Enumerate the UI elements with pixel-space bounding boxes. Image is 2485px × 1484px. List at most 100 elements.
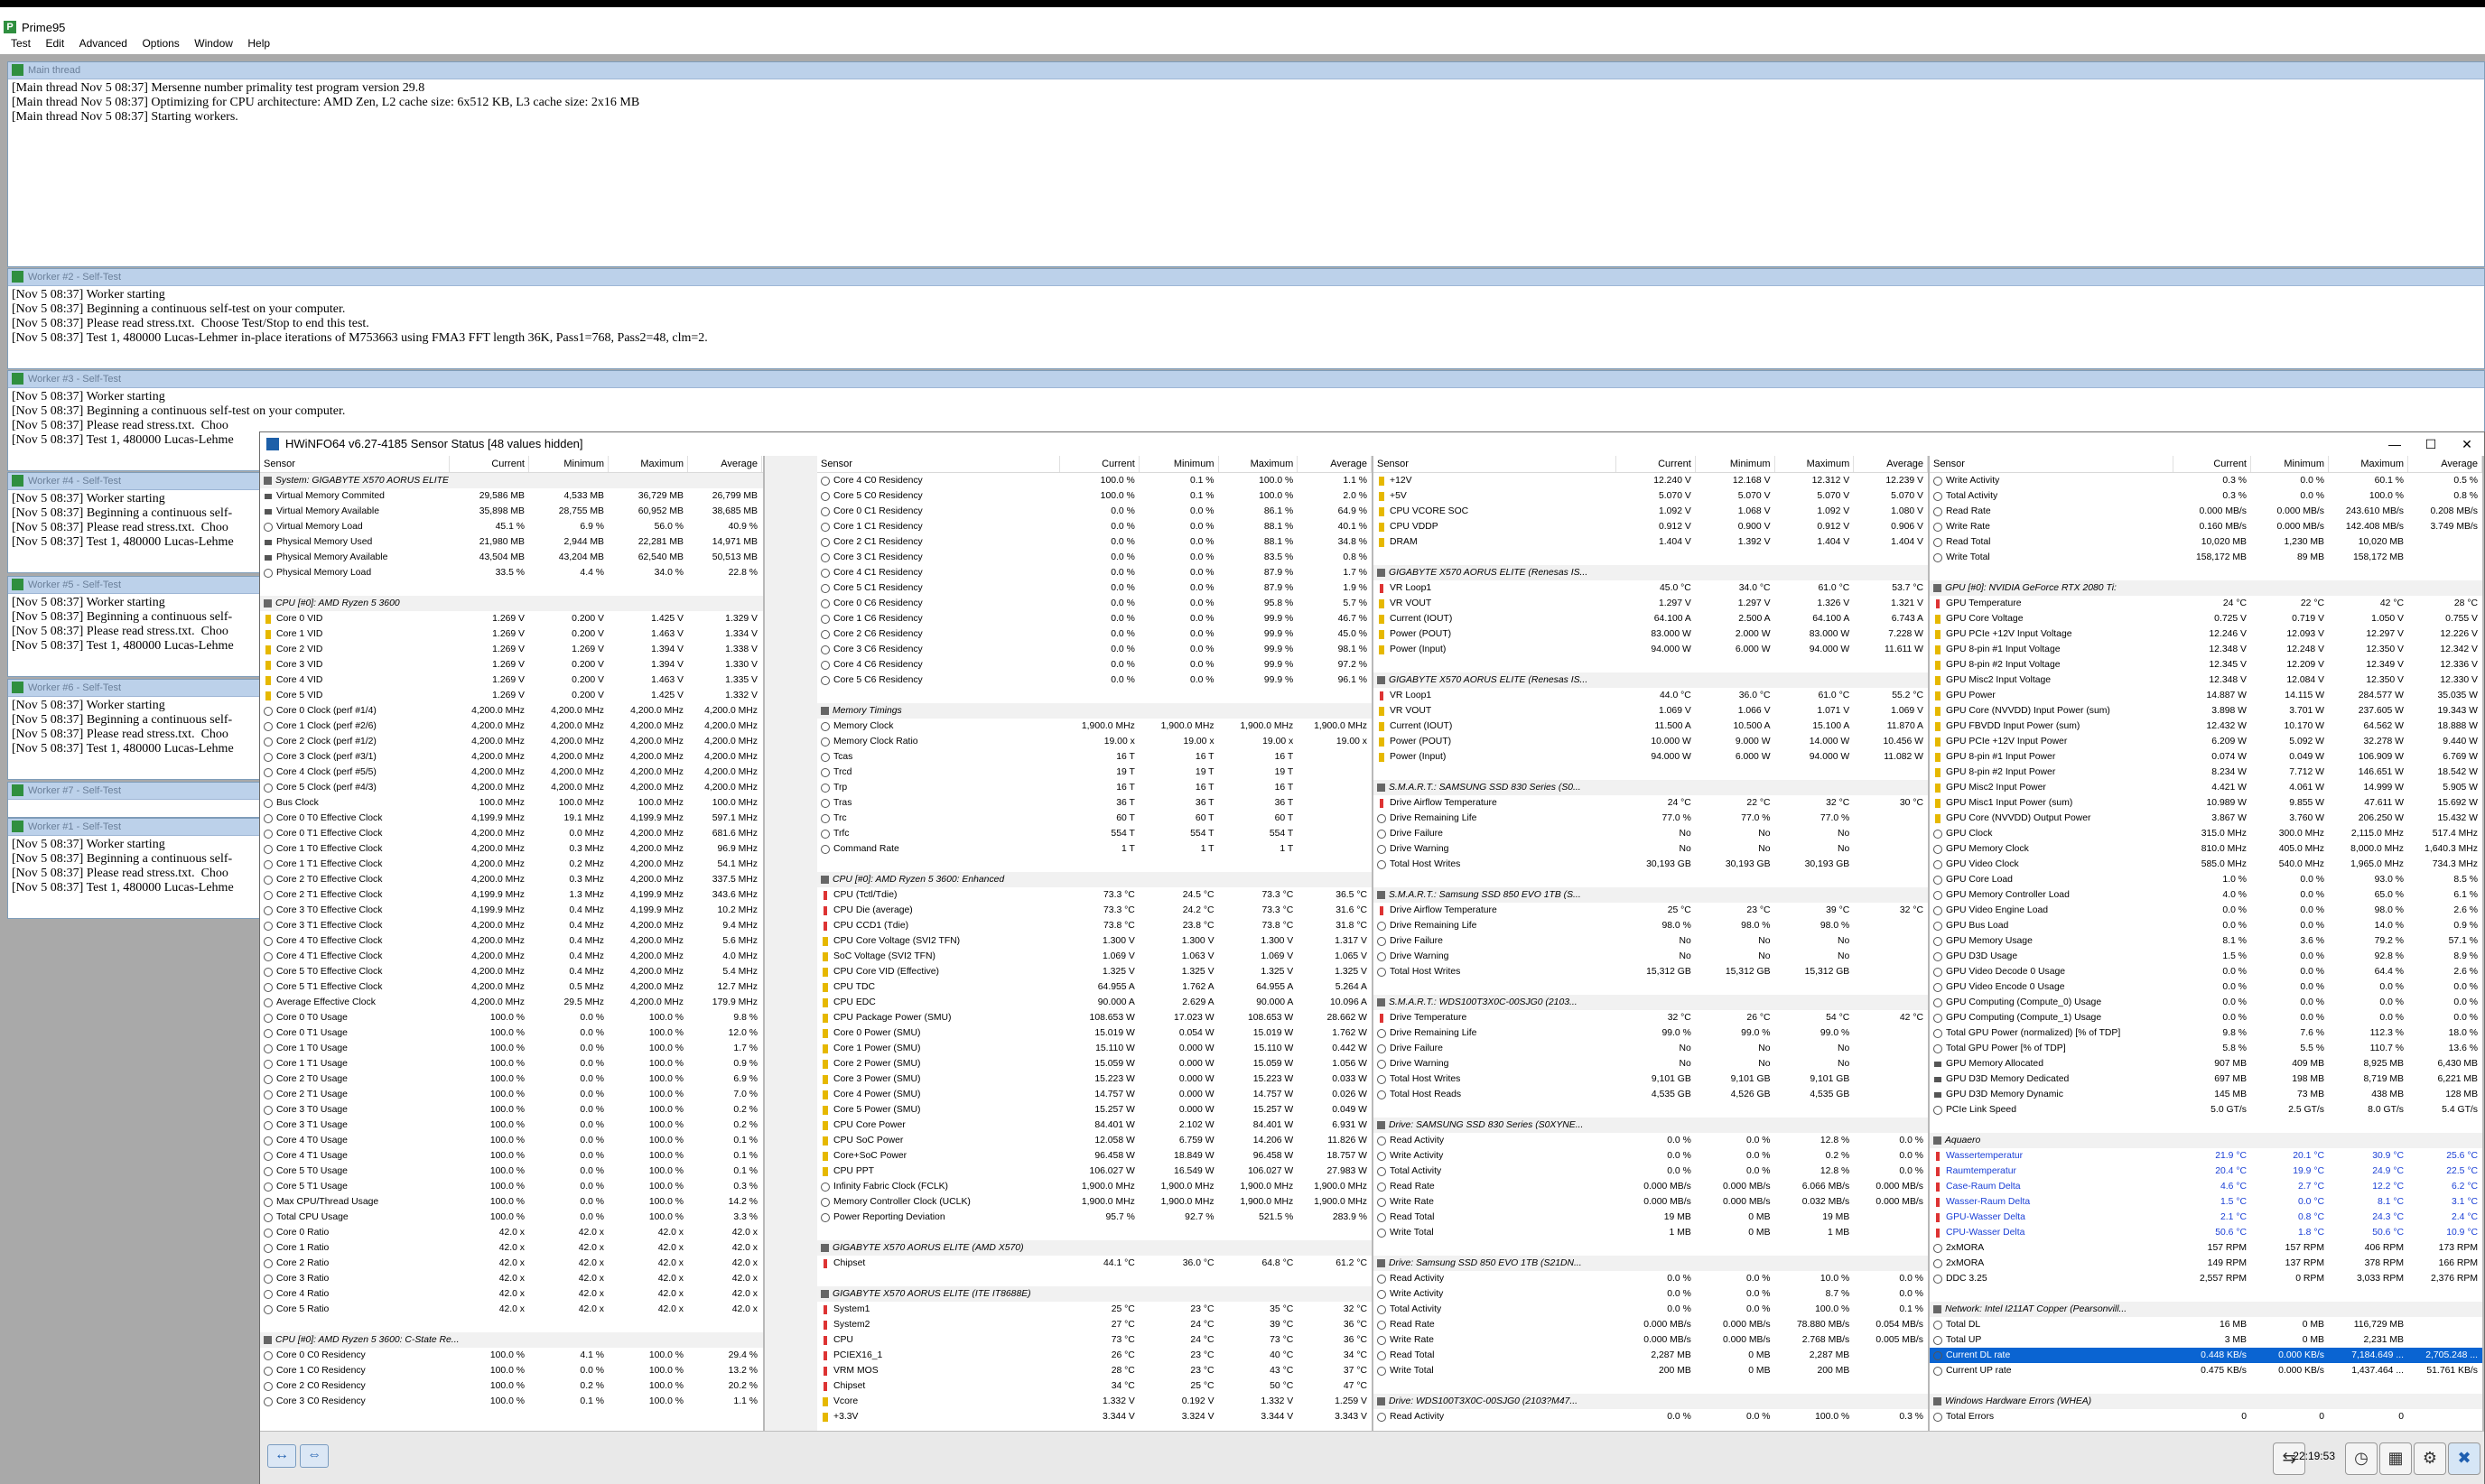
sensor-row[interactable]: CPU Core Voltage (SVI2 TFN) 1.300 V 1.300 … <box>817 933 1372 949</box>
sensor-group-header[interactable]: Aquaero <box>1930 1133 2482 1148</box>
sensor-row[interactable]: Virtual Memory Commited 29,586 MB 4,533 MB… <box>260 488 763 504</box>
sensor-row[interactable]: Core 4 T0 Effective Clock 4,200.0 MHz 0.4 … <box>260 933 763 949</box>
sensor-row[interactable]: Core 0 T1 Effective Clock 4,200.0 MHz 0.0 … <box>260 826 763 841</box>
sensor-row[interactable]: Core 1 Power (SMU) 15.110 W 0.000 W 15.110 … <box>817 1041 1372 1056</box>
sensor-row[interactable]: Core 0 T0 Effective Clock 4,199.9 MHz 19.1… <box>260 811 763 826</box>
sensor-row[interactable]: Total Host Writes 30,193 GB 30,193 GB 30,19… <box>1373 857 1928 872</box>
sensor-row[interactable]: Core 5 T1 Usage 100.0 % 0.0 % 100.0 % 0.3 % <box>260 1179 763 1194</box>
sensor-row[interactable]: Write Rate 0.160 MB/s 0.000 MB/s 142.408 MB… <box>1930 519 2482 534</box>
arrows-left-right-icon[interactable]: ↔ <box>267 1444 296 1468</box>
sensor-row[interactable]: Power Reporting Deviation 95.7 % 92.7 % 521… <box>817 1210 1372 1225</box>
sensor-row[interactable]: CPU PPT 106.027 W 16.549 W 106.027 W 27.983 … <box>817 1164 1372 1179</box>
sensor-row[interactable]: Core 4 Clock (perf #5/5) 4,200.0 MHz 4,200… <box>260 765 763 780</box>
sensor-row[interactable]: Total DL 16 MB 0 MB 116,729 MB <box>1930 1317 2482 1332</box>
sensor-row[interactable]: Power (Input) 94.000 W 6.000 W 94.000 W 11.6… <box>1373 642 1928 657</box>
header-current[interactable]: Current <box>450 456 529 472</box>
sensor-row[interactable]: Drive Remaining Life 77.0 % 77.0 % 77.0 % <box>1373 811 1928 826</box>
settings-icon[interactable]: ⚙ <box>2414 1442 2446 1475</box>
sensor-row[interactable]: Core 5 VID 1.269 V 0.200 V 1.425 V 1.332 V <box>260 688 763 703</box>
sensor-row[interactable]: Memory Clock Ratio 19.00 x 19.00 x 19.00 x1… <box>817 734 1372 749</box>
sensor-row[interactable]: Trfc 554 T 554 T 554 T <box>817 826 1372 841</box>
sensor-row[interactable]: System1 25 °C 23 °C 35 °C 32 °C <box>817 1302 1372 1317</box>
sensor-row[interactable]: DRAM 1.404 V 1.392 V 1.404 V 1.404 V <box>1373 534 1928 550</box>
sensor-row[interactable]: GPU Power 14.887 W 14.115 W 284.577 W 35.035… <box>1930 688 2482 703</box>
sensor-row[interactable]: Core 3 C0 Residency 100.0 % 0.1 % 100.0 % 1.… <box>260 1394 763 1409</box>
sensor-row[interactable]: Trp 16 T 16 T 16 T <box>817 780 1372 795</box>
worker-5-window[interactable]: Worker #5 - Self-Test [Nov 5 08:37] Work… <box>7 576 278 677</box>
sensor-row[interactable]: Core 5 Power (SMU) 15.257 W 0.000 W 15.257 … <box>817 1102 1372 1118</box>
sensor-row[interactable]: Core 1 T1 Effective Clock 4,200.0 MHz 0.2 … <box>260 857 763 872</box>
sensor-row[interactable]: Read Total 2,287 MB 0 MB 2,287 MB <box>1373 1348 1928 1363</box>
sensor-row[interactable]: Core 4 T1 Usage 100.0 % 0.0 % 100.0 % 0.1 % <box>260 1148 763 1164</box>
sensor-row[interactable]: Read Rate 0.000 MB/s 0.000 MB/s 78.880 MB/s… <box>1373 1317 1928 1332</box>
sensor-row[interactable]: Memory Controller Clock (UCLK) 1,900.0 MH… <box>817 1194 1372 1210</box>
sensor-row[interactable]: GPU Core (NVVDD) Output Power 3.867 W 3.76… <box>1930 811 2482 826</box>
sensor-row[interactable]: Drive Warning No No No <box>1373 841 1928 857</box>
sensor-row[interactable]: Current (IOUT) 64.100 A 2.500 A 64.100 A 6.7… <box>1373 611 1928 626</box>
sensor-row[interactable]: GPU Core Voltage 0.725 V 0.719 V 1.050 V 0.7… <box>1930 611 2482 626</box>
header-maximum[interactable]: Maximum <box>1219 456 1298 472</box>
sensor-row[interactable]: Read Total 19 MB 0 MB 19 MB <box>1373 1210 1928 1225</box>
sensor-row[interactable]: Core 1 Ratio 42.0 x 42.0 x 42.0 x 42.0 x <box>260 1240 763 1256</box>
menu-advanced[interactable]: Advanced <box>79 34 127 52</box>
sensor-row[interactable]: Core 0 C1 Residency 0.0 % 0.0 % 86.1 % 64.9 … <box>817 504 1372 519</box>
sensor-row[interactable]: Core 1 T0 Usage 100.0 % 0.0 % 100.0 % 1.7 % <box>260 1041 763 1056</box>
hwinfo-titlebar[interactable]: HWiNFO64 v6.27-4185 Sensor Status [48 va… <box>260 432 2484 456</box>
worker-1-window[interactable]: Worker #1 - Self-Test [Nov 5 08:37] Work… <box>7 818 278 919</box>
sensor-row[interactable]: Core 3 Clock (perf #3/1) 4,200.0 MHz 4,200… <box>260 749 763 765</box>
sensor-row[interactable]: Drive Temperature 32 °C 26 °C 54 °C 42 °C <box>1373 1010 1928 1025</box>
sensor-row[interactable]: Core 3 Ratio 42.0 x 42.0 x 42.0 x 42.0 x <box>260 1271 763 1286</box>
sensor-row[interactable]: Core 3 T0 Effective Clock 4,199.9 MHz 0.4 … <box>260 903 763 918</box>
sensor-row[interactable]: Core 2 T1 Usage 100.0 % 0.0 % 100.0 % 7.0 % <box>260 1087 763 1102</box>
sensor-row[interactable]: CPU VCORE SOC 1.092 V 1.068 V 1.092 V 1.080 … <box>1373 504 1928 519</box>
sensor-group-header[interactable]: Drive: SAMSUNG SSD 830 Series (S0XYNE... <box>1373 1118 1928 1133</box>
header-minimum[interactable]: Minimum <box>529 456 609 472</box>
sensor-row[interactable]: Core 0 C6 Residency 0.0 % 0.0 % 95.8 % 5.7 % <box>817 596 1372 611</box>
sensor-row[interactable]: Core 2 C6 Residency 0.0 % 0.0 % 99.9 % 45.0 … <box>817 626 1372 642</box>
sensor-group-header[interactable]: S.M.A.R.T.: WDS100T3X0C-00SJG0 (2103... <box>1373 995 1928 1010</box>
sensor-row[interactable]: VR Loop1 45.0 °C 34.0 °C 61.0 °C 53.7 °C <box>1373 580 1928 596</box>
sensor-row[interactable]: GPU Clock 315.0 MHz 300.0 MHz 2,115.0 MHz 51… <box>1930 826 2482 841</box>
sensor-row[interactable]: GPU D3D Usage 1.5 % 0.0 % 92.8 % 8.9 % <box>1930 949 2482 964</box>
sensor-row[interactable]: GPU Video Decode 0 Usage 0.0 % 0.0 % 64.4 %… <box>1930 964 2482 979</box>
sensor-row[interactable]: GPU 8-pin #2 Input Voltage 12.345 V 12.209… <box>1930 657 2482 672</box>
sensor-row[interactable]: CPU 73 °C 24 °C 73 °C 36 °C <box>817 1332 1372 1348</box>
sensor-row[interactable]: Drive Warning No No No <box>1373 1056 1928 1071</box>
sensor-column-2[interactable]: Sensor Current Minimum Maximum Average Core 4… <box>817 456 1373 1431</box>
sensor-row[interactable]: CPU CCD1 (Tdie) 73.8 °C 23.8 °C 73.8 °C 31.8… <box>817 918 1372 933</box>
prime95-titlebar[interactable]: P Prime95 <box>0 7 2485 34</box>
sensor-row[interactable]: Drive Warning No No No <box>1373 949 1928 964</box>
sensor-row[interactable]: Drive Remaining Life 99.0 % 99.0 % 99.0 % <box>1373 1025 1928 1041</box>
sensor-row[interactable]: Bus Clock 100.0 MHz 100.0 MHz 100.0 MHz 100.… <box>260 795 763 811</box>
sensor-row[interactable]: Core 3 Power (SMU) 15.223 W 0.000 W 15.223 … <box>817 1071 1372 1087</box>
sensor-row[interactable]: Average Effective Clock 4,200.0 MHz 29.5 M… <box>260 995 763 1010</box>
header-sensor[interactable]: Sensor <box>1930 456 2173 472</box>
sensor-row[interactable]: Virtual Memory Load 45.1 % 6.9 % 56.0 % 40.9… <box>260 519 763 534</box>
sensor-group-header[interactable]: Network: Intel I211AT Copper (Pearsonvil… <box>1930 1302 2482 1317</box>
sensor-row[interactable]: CPU Package Power (SMU) 108.653 W 17.023 W… <box>817 1010 1372 1025</box>
sensor-row[interactable]: Power (Input) 94.000 W 6.000 W 94.000 W 11.0… <box>1373 749 1928 765</box>
sensor-group-header[interactable]: GPU [#0]: NVIDIA GeForce RTX 2080 Ti: <box>1930 580 2482 596</box>
sensor-group-header[interactable]: CPU [#0]: AMD Ryzen 5 3600: Enhanced <box>817 872 1372 887</box>
sensor-row[interactable]: Vcore 1.332 V 0.192 V 1.332 V 1.259 V <box>817 1394 1372 1409</box>
sensor-group-header[interactable]: GIGABYTE X570 AORUS ELITE (Renesas IS... <box>1373 565 1928 580</box>
sensor-row[interactable]: GPU Core (NVVDD) Input Power (sum) 3.898 … <box>1930 703 2482 719</box>
sensor-row[interactable]: Core 1 C1 Residency 0.0 % 0.0 % 88.1 % 40.1 … <box>817 519 1372 534</box>
sensor-row[interactable]: CPU EDC 90.000 A 2.629 A 90.000 A 10.096 A <box>817 995 1372 1010</box>
hwinfo-sensor-window[interactable]: HWiNFO64 v6.27-4185 Sensor Status [48 va… <box>259 431 2485 1484</box>
sensor-row[interactable]: GPU Bus Load 0.0 % 0.0 % 14.0 % 0.9 % <box>1930 918 2482 933</box>
sensor-row[interactable]: Total Host Writes 15,312 GB 15,312 GB 15,31… <box>1373 964 1928 979</box>
sensor-row[interactable]: GPU PCIe +12V Input Power 6.209 W 5.092 W3… <box>1930 734 2482 749</box>
sensor-row[interactable]: Core 3 T1 Usage 100.0 % 0.0 % 100.0 % 0.2 % <box>260 1118 763 1133</box>
sensor-row[interactable]: Physical Memory Used 21,980 MB 2,944 MB 22,… <box>260 534 763 550</box>
sensor-row[interactable]: 2xMORA 149 RPM 137 RPM 378 RPM 166 RPM <box>1930 1256 2482 1271</box>
sensor-row[interactable]: Core 3 T0 Usage 100.0 % 0.0 % 100.0 % 0.2 % <box>260 1102 763 1118</box>
sensor-row[interactable]: Core 5 C6 Residency 0.0 % 0.0 % 99.9 % 96.1 … <box>817 672 1372 688</box>
sensor-row[interactable]: GPU Memory Allocated 907 MB 409 MB 8,925 MB… <box>1930 1056 2482 1071</box>
sensor-row[interactable]: Read Activity 0.0 % 0.0 % 100.0 % 0.3 % <box>1373 1409 1928 1424</box>
sensor-row[interactable]: Core 0 T0 Usage 100.0 % 0.0 % 100.0 % 9.8 % <box>260 1010 763 1025</box>
header-sensor[interactable]: Sensor <box>260 456 450 472</box>
sensor-row[interactable]: PCIEX16_1 26 °C 23 °C 40 °C 34 °C <box>817 1348 1372 1363</box>
sensor-row[interactable]: Drive Failure No No No <box>1373 826 1928 841</box>
sensor-row[interactable]: Core 3 C1 Residency 0.0 % 0.0 % 83.5 % 0.8 % <box>817 550 1372 565</box>
